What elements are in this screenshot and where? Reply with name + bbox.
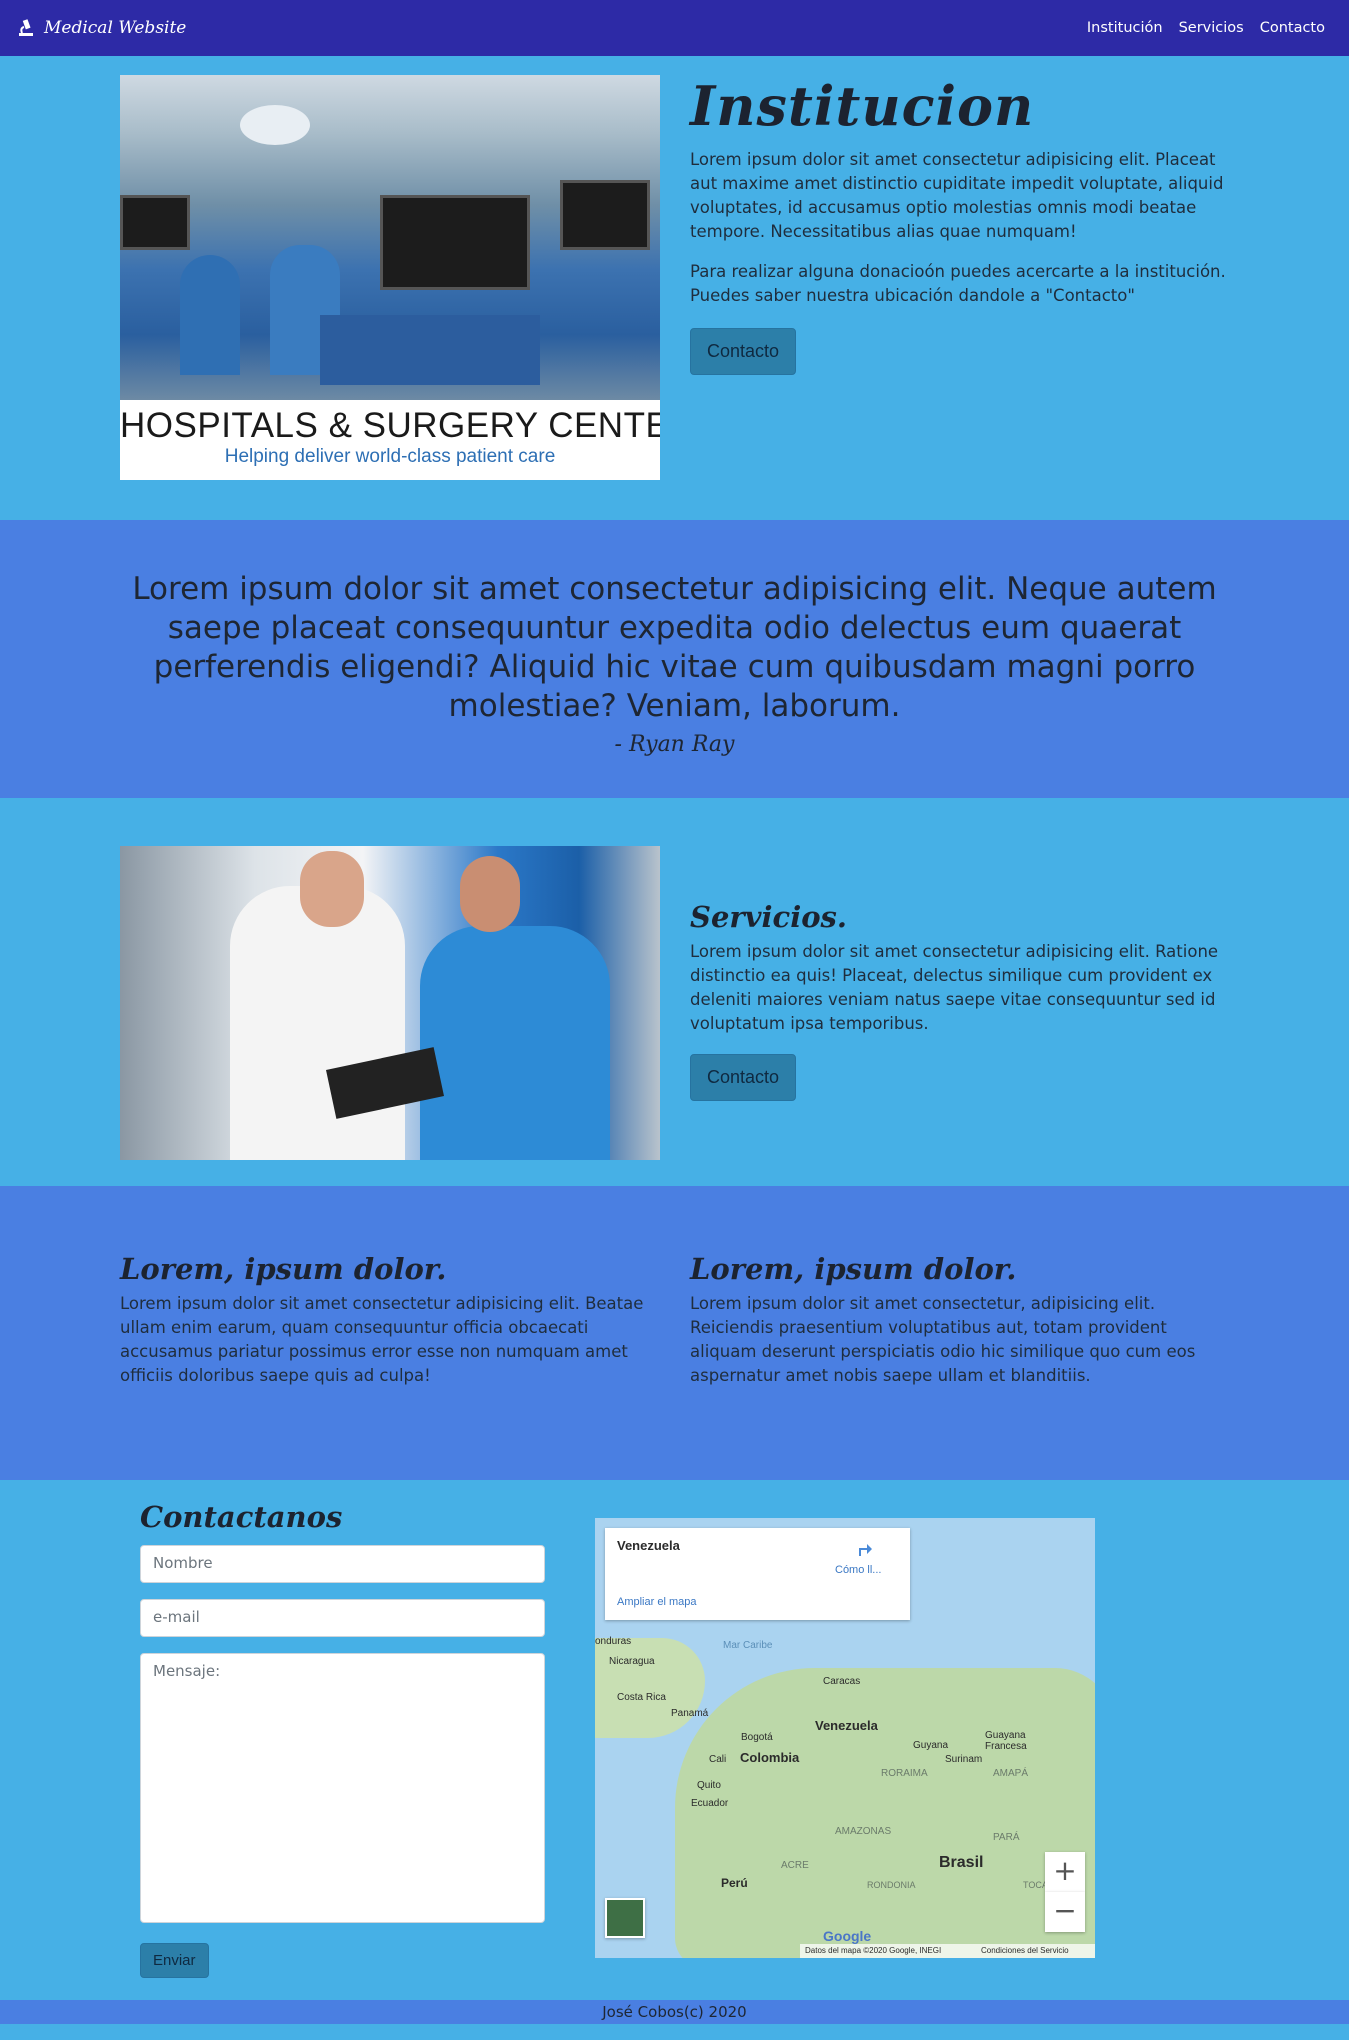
enviar-button[interactable]: Enviar [140, 1943, 209, 1978]
map-label-mar-caribe: Mar Caribe [723, 1640, 773, 1651]
map-label-costa-rica: Costa Rica [617, 1692, 666, 1703]
map-label-brasil: Brasil [939, 1854, 984, 1871]
enlarge-map-link[interactable]: Ampliar el mapa [617, 1596, 696, 1608]
servicios-title: Servicios. [690, 900, 847, 934]
doctors-image [120, 846, 660, 1160]
quote-author: - Ryan Ray [614, 732, 735, 757]
google-logo: Google [823, 1928, 872, 1944]
contacto-button[interactable]: Contacto [690, 328, 797, 375]
map-attribution: Datos del mapa ©2020 Google, INEGI [805, 1946, 942, 1955]
map-info-card: Venezuela Cómo ll... Ampliar el mapa [605, 1528, 910, 1620]
map-label-amazonas: AMAZONAS [835, 1826, 892, 1837]
contact-section: Contactanos Nombre e-mail Mensaje: Envia… [0, 1480, 1349, 2000]
contact-title: Contactanos [140, 1500, 343, 1534]
map-label-panama: Panamá [671, 1708, 709, 1719]
servicios-content: Servicios. Lorem ipsum dolor sit amet co… [690, 900, 1235, 1101]
feature-2-text: Lorem ipsum dolor sit amet consectetur, … [690, 1294, 1196, 1385]
map-label-guayana-francesa: Guayana Francesa [985, 1730, 1027, 1752]
map-land-south-america [675, 1668, 1095, 1958]
operating-room-photo [120, 75, 660, 400]
image-banner: HOSPITALS & SURGERY CENTER Helping deliv… [120, 400, 660, 480]
navbar: Medical Website Institución Servicios Co… [0, 0, 1349, 56]
institucion-paragraph-2: Para realizar alguna donacioón puedes ac… [690, 262, 1226, 305]
nav-link-institucion[interactable]: Institución [1087, 20, 1163, 36]
map-terms-link[interactable]: Condiciones del Servicio [981, 1946, 1069, 1955]
feature-1: Lorem, ipsum dolor. Lorem ipsum dolor si… [120, 1252, 660, 1388]
map-label-roraima: RORAIMA [881, 1768, 928, 1779]
microscope-icon [19, 19, 33, 36]
servicios-section: Servicios. Lorem ipsum dolor sit amet co… [0, 798, 1349, 1186]
image-banner-title: HOSPITALS & SURGERY CENTER [120, 406, 660, 445]
map-label-para: PARÁ [993, 1832, 1020, 1843]
image-banner-tagline: Helping deliver world-class patient care [224, 446, 556, 467]
brand[interactable]: Medical Website [16, 18, 186, 38]
servicios-paragraph: Lorem ipsum dolor sit amet consectetur a… [690, 942, 1219, 1033]
servicios-contacto-button[interactable]: Contacto [690, 1054, 797, 1101]
map-label-rondonia: RONDONIA [867, 1880, 916, 1890]
map-label-colombia: Colombia [740, 1750, 800, 1765]
map-zoom-in-button[interactable]: + [1045, 1852, 1085, 1892]
name-input[interactable]: Nombre [140, 1545, 545, 1583]
institucion-paragraph-1: Lorem ipsum dolor sit amet consectetur a… [690, 150, 1224, 241]
quote-text: Lorem ipsum dolor sit amet consectetur a… [132, 571, 1217, 724]
map-label-ecuador: Ecuador [691, 1798, 729, 1809]
map-satellite-toggle[interactable] [605, 1898, 645, 1938]
feature-1-title: Lorem, ipsum dolor. [120, 1252, 447, 1286]
map-label-quito: Quito [697, 1780, 721, 1791]
email-input[interactable]: e-mail [140, 1599, 545, 1637]
feature-1-text: Lorem ipsum dolor sit amet consectetur a… [120, 1294, 644, 1385]
map-label-honduras: onduras [595, 1636, 632, 1647]
map-label-venezuela: Venezuela [815, 1718, 878, 1733]
hospital-image: HOSPITALS & SURGERY CENTER Helping deliv… [120, 75, 660, 480]
feature-2: Lorem, ipsum dolor. Lorem ipsum dolor si… [690, 1252, 1230, 1388]
brand-name: Medical Website [44, 18, 187, 38]
message-textarea[interactable]: Mensaje: [140, 1653, 545, 1923]
directions-link[interactable]: Cómo ll... [835, 1564, 881, 1576]
nav-link-contacto[interactable]: Contacto [1260, 20, 1325, 36]
map-label-nicaragua: Nicaragua [609, 1656, 655, 1667]
nav-link-servicios[interactable]: Servicios [1179, 20, 1244, 36]
map-label-peru: Perú [721, 1876, 748, 1890]
google-map[interactable]: Venezuela Cómo ll... Ampliar el mapa Mar… [595, 1518, 1095, 1958]
map-label-acre: ACRE [781, 1860, 809, 1871]
map-label-surinam: Surinam [945, 1754, 983, 1765]
nav-links: Institución Servicios Contacto [1087, 20, 1325, 36]
map-zoom-out-button[interactable]: − [1045, 1892, 1085, 1932]
map-label-amapa: AMAPÁ [993, 1768, 1029, 1779]
map-label-caracas: Caracas [823, 1676, 861, 1687]
directions-icon[interactable] [855, 1538, 875, 1558]
map-land-central-america [595, 1638, 705, 1738]
map-place-name: Venezuela [617, 1538, 680, 1553]
map-label-bogota: Bogotá [741, 1732, 773, 1743]
features-section: Lorem, ipsum dolor. Lorem ipsum dolor si… [0, 1186, 1349, 1480]
institucion-title: Institucion [690, 74, 1035, 138]
footer: José Cobos(c) 2020 [0, 2000, 1349, 2024]
institucion-section: HOSPITALS & SURGERY CENTER Helping deliv… [0, 56, 1349, 520]
map-label-guyana: Guyana [913, 1740, 949, 1751]
institucion-content: Institucion Lorem ipsum dolor sit amet c… [690, 74, 1235, 375]
feature-2-title: Lorem, ipsum dolor. [690, 1252, 1017, 1286]
map-label-cali: Cali [709, 1754, 727, 1765]
quote-section: Lorem ipsum dolor sit amet consectetur a… [0, 520, 1349, 798]
